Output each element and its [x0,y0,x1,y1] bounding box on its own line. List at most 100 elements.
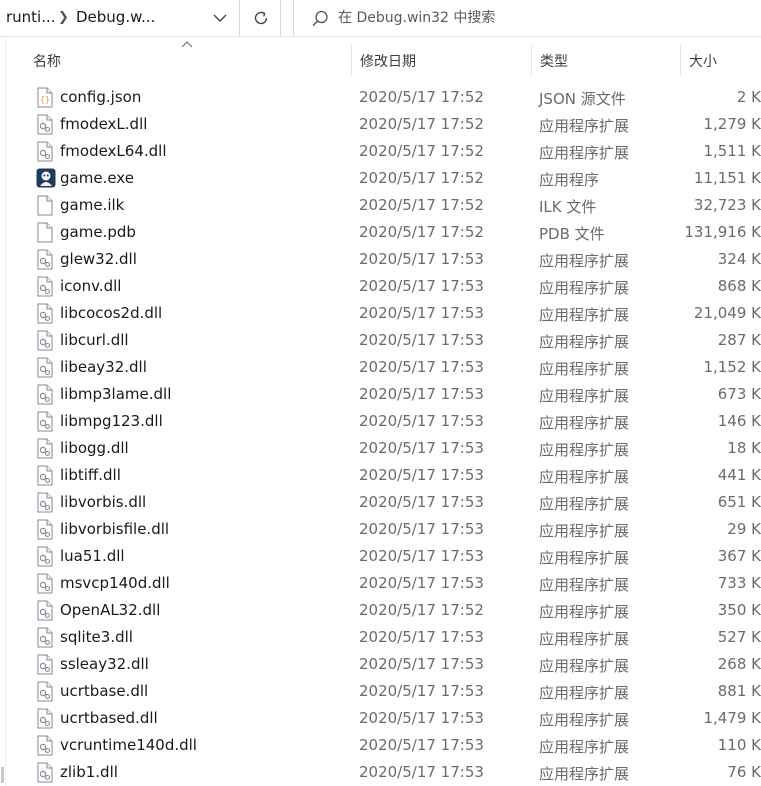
file-name: zlib1.dll [60,763,118,781]
file-size: 1,511 K [703,142,761,160]
file-date: 2020/5/17 17:53 [359,277,484,295]
file-size: 29 K [727,520,761,538]
table-row[interactable]: ssleay32.dll 2020/5/17 17:53 应用程序扩展 268 K [0,651,761,678]
column-header-size[interactable]: 大小 [680,45,761,76]
table-row[interactable]: libcurl.dll 2020/5/17 17:53 应用程序扩展 287 K [0,327,761,354]
file-size: 76 K [727,763,761,781]
file-size: 651 K [717,493,761,511]
table-row[interactable]: zlib1.dll 2020/5/17 17:53 应用程序扩展 76 K [0,759,761,786]
address-dropdown-button[interactable] [205,6,235,30]
table-row[interactable]: libcocos2d.dll 2020/5/17 17:53 应用程序扩展 21,04… [0,300,761,327]
file-size: 287 K [717,331,761,349]
table-row[interactable]: ucrtbased.dll 2020/5/17 17:53 应用程序扩展 1,479 … [0,705,761,732]
column-header-type[interactable]: 类型 [531,45,680,76]
file-size: 441 K [717,466,761,484]
file-date: 2020/5/17 17:52 [359,88,484,106]
search-box[interactable] [293,0,761,36]
file-name: game.pdb [60,223,136,241]
file-type: 应用程序扩展 [539,684,630,702]
file-size: 268 K [717,655,761,673]
file-name: fmodexL64.dll [60,142,167,160]
breadcrumb-separator-icon[interactable]: ❯ [58,10,69,25]
file-size: 32,723 K [693,196,761,214]
file-name: msvcp140d.dll [60,574,170,592]
address-bar[interactable]: runti... ❯ Debug.w... [0,0,240,36]
file-name: game.ilk [60,196,125,214]
table-row[interactable]: iconv.dll 2020/5/17 17:53 应用程序扩展 868 K [0,273,761,300]
file-name: OpenAL32.dll [60,601,161,619]
file-size: 131,916 K [684,223,761,241]
table-row[interactable]: libtiff.dll 2020/5/17 17:53 应用程序扩展 441 K [0,462,761,489]
file-name: libcocos2d.dll [60,304,163,322]
column-header-date[interactable]: 修改日期 [351,45,531,76]
dll-file-icon [36,249,54,270]
dll-file-icon [36,411,54,432]
file-date: 2020/5/17 17:53 [359,547,484,565]
table-row[interactable]: glew32.dll 2020/5/17 17:53 应用程序扩展 324 K [0,246,761,273]
dll-file-icon [36,600,54,621]
file-type: 应用程序扩展 [539,333,630,351]
file-list: {} config.json 2020/5/17 17:52 JSON 源文件 2 K f… [0,84,761,786]
search-input[interactable] [338,6,738,30]
dll-file-icon [36,654,54,675]
file-size: 110 K [717,736,761,754]
file-size: 1,479 K [703,709,761,727]
file-type: 应用程序扩展 [539,387,630,405]
file-date: 2020/5/17 17:52 [359,115,484,133]
file-type: 应用程序扩展 [539,576,630,594]
file-date: 2020/5/17 17:53 [359,655,484,673]
file-date: 2020/5/17 17:53 [359,250,484,268]
table-row[interactable]: libvorbisfile.dll 2020/5/17 17:53 应用程序扩展 29… [0,516,761,543]
table-row[interactable]: game.pdb 2020/5/17 17:52 PDB 文件 131,916 K [0,219,761,246]
table-row[interactable]: sqlite3.dll 2020/5/17 17:53 应用程序扩展 527 K [0,624,761,651]
table-row[interactable]: vcruntime140d.dll 2020/5/17 17:53 应用程序扩展 11… [0,732,761,759]
file-name: libtiff.dll [60,466,121,484]
table-row[interactable]: msvcp140d.dll 2020/5/17 17:53 应用程序扩展 733 K [0,570,761,597]
file-name: ssleay32.dll [60,655,149,673]
file-size: 527 K [717,628,761,646]
blank-file-icon [36,222,54,243]
file-type: 应用程序扩展 [539,468,630,486]
table-row[interactable]: game.ilk 2020/5/17 17:52 ILK 文件 32,723 K [0,192,761,219]
dll-file-icon [36,465,54,486]
table-row[interactable]: lua51.dll 2020/5/17 17:53 应用程序扩展 367 K [0,543,761,570]
file-size: 367 K [717,547,761,565]
table-row[interactable]: fmodexL.dll 2020/5/17 17:52 应用程序扩展 1,279 K [0,111,761,138]
file-type: 应用程序扩展 [539,549,630,567]
table-row[interactable]: OpenAL32.dll 2020/5/17 17:52 应用程序扩展 350 K [0,597,761,624]
file-date: 2020/5/17 17:53 [359,736,484,754]
json-file-icon: {} [36,87,54,108]
table-row[interactable]: {} config.json 2020/5/17 17:52 JSON 源文件 2 K [0,84,761,111]
file-type: 应用程序扩展 [539,306,630,324]
dll-file-icon [36,357,54,378]
file-type: 应用程序扩展 [539,414,630,432]
file-date: 2020/5/17 17:52 [359,223,484,241]
table-row[interactable]: libeay32.dll 2020/5/17 17:53 应用程序扩展 1,152 K [0,354,761,381]
breadcrumb-runtime[interactable]: runti... [6,8,56,26]
table-row[interactable]: ucrtbase.dll 2020/5/17 17:53 应用程序扩展 881 K [0,678,761,705]
file-date: 2020/5/17 17:53 [359,439,484,457]
file-size: 868 K [717,277,761,295]
table-row[interactable]: game.exe 2020/5/17 17:52 应用程序 11,151 K [0,165,761,192]
table-row[interactable]: fmodexL64.dll 2020/5/17 17:52 应用程序扩展 1,511 … [0,138,761,165]
table-row[interactable]: libmpg123.dll 2020/5/17 17:53 应用程序扩展 146 K [0,408,761,435]
search-icon [312,10,328,27]
file-name: ucrtbased.dll [60,709,158,727]
file-type: 应用程序扩展 [539,495,630,513]
file-name: libvorbisfile.dll [60,520,170,538]
table-row[interactable]: libvorbis.dll 2020/5/17 17:53 应用程序扩展 651 K [0,489,761,516]
table-row[interactable]: libmp3lame.dll 2020/5/17 17:53 应用程序扩展 673 K [0,381,761,408]
file-size: 324 K [717,250,761,268]
file-date: 2020/5/17 17:53 [359,763,484,781]
file-type: 应用程序扩展 [539,360,630,378]
file-type: 应用程序扩展 [539,738,630,756]
file-date: 2020/5/17 17:53 [359,466,484,484]
dll-file-icon [36,384,54,405]
column-header-name[interactable]: 名称 [25,45,351,76]
refresh-button[interactable] [241,0,281,36]
breadcrumb-debug[interactable]: Debug.w... [76,8,155,26]
file-size: 146 K [717,412,761,430]
file-date: 2020/5/17 17:52 [359,169,484,187]
table-row[interactable]: libogg.dll 2020/5/17 17:53 应用程序扩展 18 K [0,435,761,462]
dll-file-icon [36,492,54,513]
